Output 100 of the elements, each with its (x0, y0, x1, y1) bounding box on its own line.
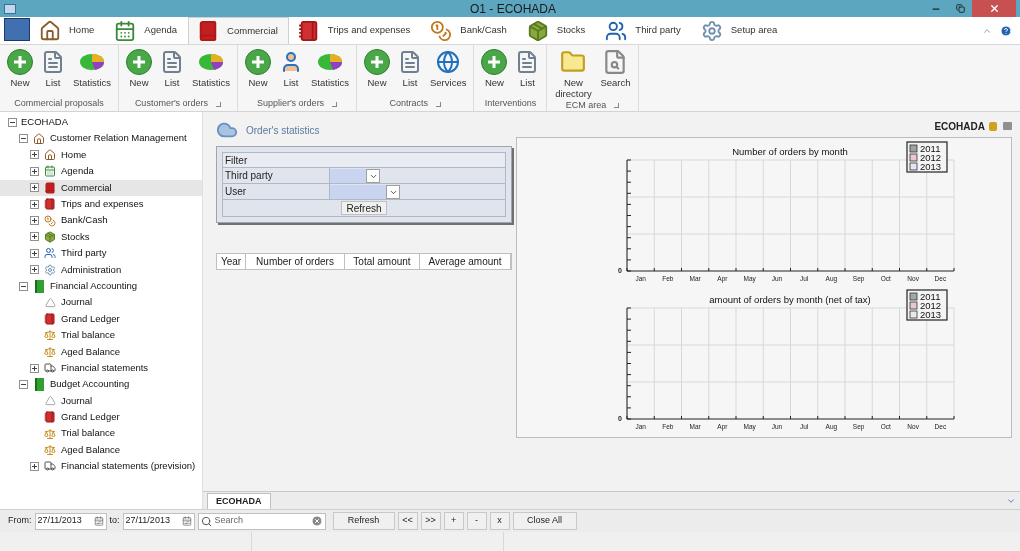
column-header[interactable]: Year (217, 254, 246, 269)
tree-item[interactable]: Financial Accounting (0, 277, 202, 295)
expand-icon[interactable] (30, 199, 39, 209)
ribbon-button[interactable]: New (3, 47, 37, 88)
toolbar-button[interactable]: - (466, 512, 487, 530)
collapse-icon[interactable] (19, 379, 28, 389)
dropdown-field[interactable] (330, 185, 400, 199)
company-name: ECOHADA (934, 119, 985, 134)
document-tab[interactable]: ECOHADA (207, 493, 271, 509)
search-box[interactable]: Search (197, 512, 326, 530)
truck-icon (44, 362, 56, 375)
launcher-icon[interactable] (216, 101, 222, 107)
ribbon-button[interactable]: New (360, 47, 394, 88)
search-input[interactable]: Search (214, 514, 308, 528)
ribbon-button[interactable]: List (37, 47, 69, 88)
tree-item[interactable]: Customer Relation Management (0, 130, 202, 147)
chart-title: Number of orders by month (732, 146, 848, 157)
ribbon-button[interactable]: Search (596, 47, 635, 88)
pie-chart-icon (198, 53, 224, 71)
legend-label: 2013 (920, 309, 942, 320)
expand-icon[interactable] (30, 232, 39, 242)
tree-item[interactable]: Agenda (0, 163, 202, 180)
expand-icon[interactable] (30, 183, 39, 193)
ribbon-button[interactable]: Statistics (188, 47, 234, 88)
notebook-icon (297, 19, 320, 42)
tree-item[interactable]: Home (0, 146, 202, 164)
people-icon (605, 19, 628, 42)
ribbon-button[interactable]: New (241, 47, 275, 88)
ribbon-button[interactable]: New directory (550, 47, 597, 99)
tree-item[interactable]: Journal (0, 294, 202, 311)
tree-item[interactable]: Journal (0, 392, 202, 410)
tree-item[interactable]: Grand Ledger (0, 310, 202, 328)
tree-item[interactable]: Third party (0, 245, 202, 262)
toolbar-button[interactable]: Refresh (332, 512, 395, 530)
refresh-button[interactable]: Refresh (341, 201, 387, 215)
tree-item[interactable]: Stocks (0, 228, 202, 246)
ribbon-button[interactable]: Statistics (69, 47, 115, 88)
ribbon-button[interactable]: List (511, 47, 544, 88)
launcher-icon[interactable] (614, 103, 620, 109)
tree-item[interactable]: Aged Balance (0, 343, 202, 360)
expand-icon[interactable] (30, 265, 39, 275)
collapse-icon[interactable] (8, 117, 17, 127)
tree-item[interactable]: Aged Balance (0, 441, 202, 459)
tree-item[interactable]: ECOHADA (0, 114, 202, 131)
plus-icon (481, 49, 508, 75)
chart-title: amount of orders by month (net of tax) (709, 294, 871, 305)
plus-icon (245, 49, 271, 75)
expand-icon[interactable] (30, 216, 39, 226)
launcher-icon[interactable] (332, 101, 338, 107)
plus-icon (364, 49, 390, 75)
toolbar-button[interactable]: << (397, 512, 418, 530)
tree-item[interactable]: Trial balance (0, 327, 202, 344)
tree-item[interactable]: Bank/Cash (0, 212, 202, 229)
scales-icon (44, 444, 56, 456)
toolbar-button[interactable]: >> (420, 512, 441, 530)
ribbon-button[interactable]: List (394, 47, 426, 88)
toolbar-button[interactable]: Close All (512, 512, 577, 530)
ribbon-button[interactable]: List (156, 47, 188, 88)
toolbar-button[interactable]: x (489, 512, 510, 530)
column-header[interactable]: Average amount (420, 254, 511, 269)
ribbon-button[interactable]: New (477, 47, 512, 88)
pie-chart-icon (79, 53, 105, 71)
tree-item[interactable]: Commercial (0, 179, 202, 196)
folder-icon (560, 49, 587, 75)
ribbon-tab[interactable]: Commercial (188, 17, 289, 44)
box-icon (44, 230, 56, 243)
tree-item[interactable]: Trial balance (0, 425, 202, 442)
ribbon-button[interactable]: List (275, 47, 307, 88)
launcher-icon[interactable] (435, 101, 441, 107)
page-title: Order's statistics (246, 123, 320, 138)
tree-item[interactable]: Administration (0, 261, 202, 278)
ribbon-button[interactable]: Statistics (307, 47, 353, 88)
expand-icon[interactable] (30, 166, 39, 176)
expand-icon[interactable] (30, 461, 39, 471)
tree-item[interactable]: Financial statements (0, 359, 202, 377)
expand-icon[interactable] (30, 150, 39, 160)
group-label: Interventions (484, 97, 537, 111)
calendar-icon (93, 516, 104, 526)
ribbon-button[interactable]: New (122, 47, 156, 88)
help-icon[interactable] (1000, 24, 1012, 37)
tree-item[interactable]: Financial statements (prevision) (0, 458, 202, 475)
date-field[interactable]: 27/11/2013 (122, 512, 195, 530)
truck-icon (44, 460, 56, 473)
column-header[interactable]: Number of orders (246, 254, 345, 269)
collapse-icon[interactable] (19, 281, 28, 291)
clear-icon[interactable] (310, 515, 323, 527)
close-button[interactable] (972, 0, 1016, 17)
expand-icon[interactable] (30, 248, 39, 258)
expand-icon[interactable] (30, 363, 39, 373)
tree-item[interactable]: Grand Ledger (0, 409, 202, 426)
dropdown-field[interactable] (330, 169, 380, 183)
date-field[interactable]: 27/11/2013 (34, 512, 107, 530)
toolbar-button[interactable]: + (443, 512, 464, 530)
column-header[interactable]: Total amount (345, 254, 420, 269)
ribbon-button[interactable]: Services (426, 47, 471, 88)
tree-item[interactable]: Trips and expenses (0, 195, 202, 213)
pie-chart-icon (317, 53, 343, 71)
collapse-icon[interactable] (19, 134, 28, 144)
gear-icon (700, 19, 723, 42)
tree-item[interactable]: Budget Accounting (0, 376, 202, 393)
